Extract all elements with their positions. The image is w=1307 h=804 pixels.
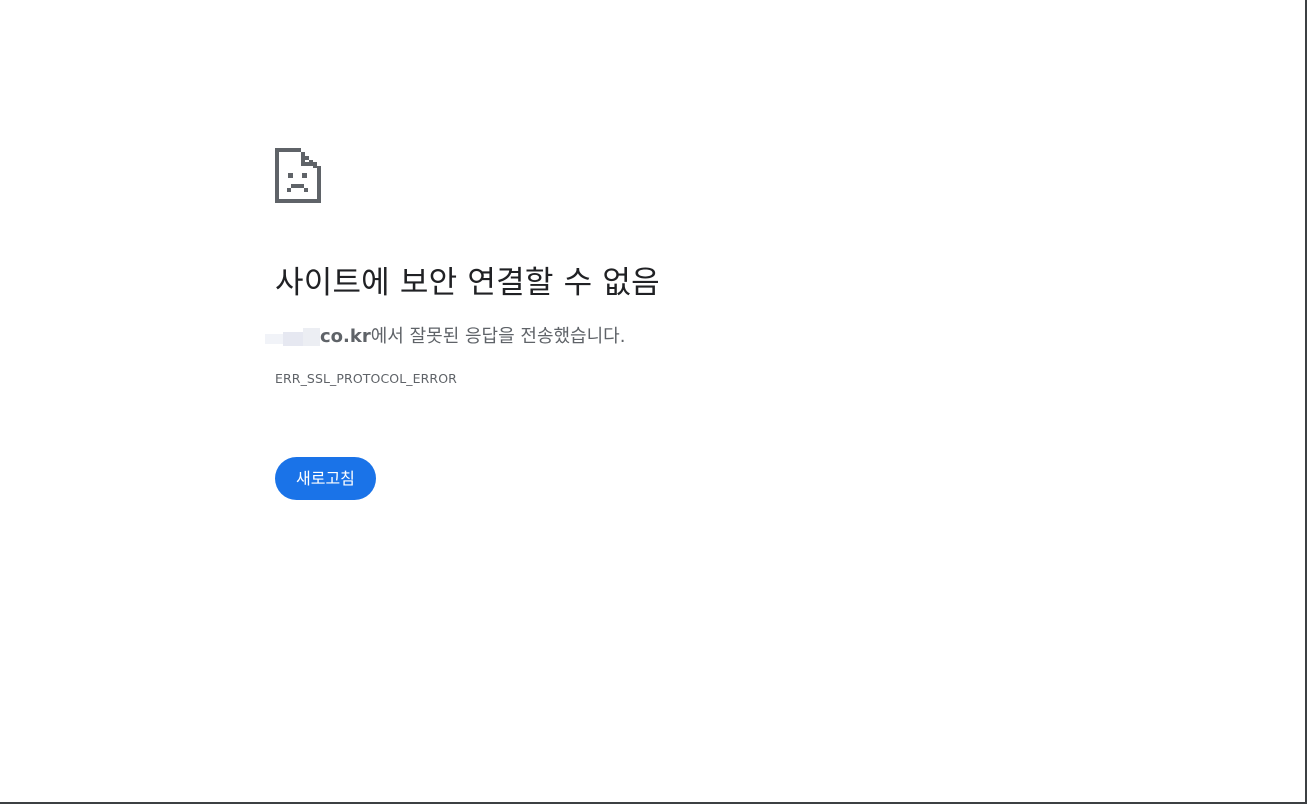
error-code: ERR_SSL_PROTOCOL_ERROR [275,371,457,386]
error-interstitial: 사이트에 보안 연결할 수 없음 co.kr에서 잘못된 응답을 전송했습니다.… [265,148,975,500]
error-summary: co.kr에서 잘못된 응답을 전송했습니다. [265,325,975,349]
browser-content-area: 사이트에 보안 연결할 수 없음 co.kr에서 잘못된 응답을 전송했습니다.… [0,0,1307,804]
error-domain: co.kr [320,326,371,347]
redacted-domain-blur [265,326,320,346]
error-title: 사이트에 보안 연결할 수 없음 [275,265,660,301]
reload-button[interactable]: 새로고침 [275,457,376,500]
sad-page-icon [275,148,321,203]
error-message: 에서 잘못된 응답을 전송했습니다. [370,326,626,347]
